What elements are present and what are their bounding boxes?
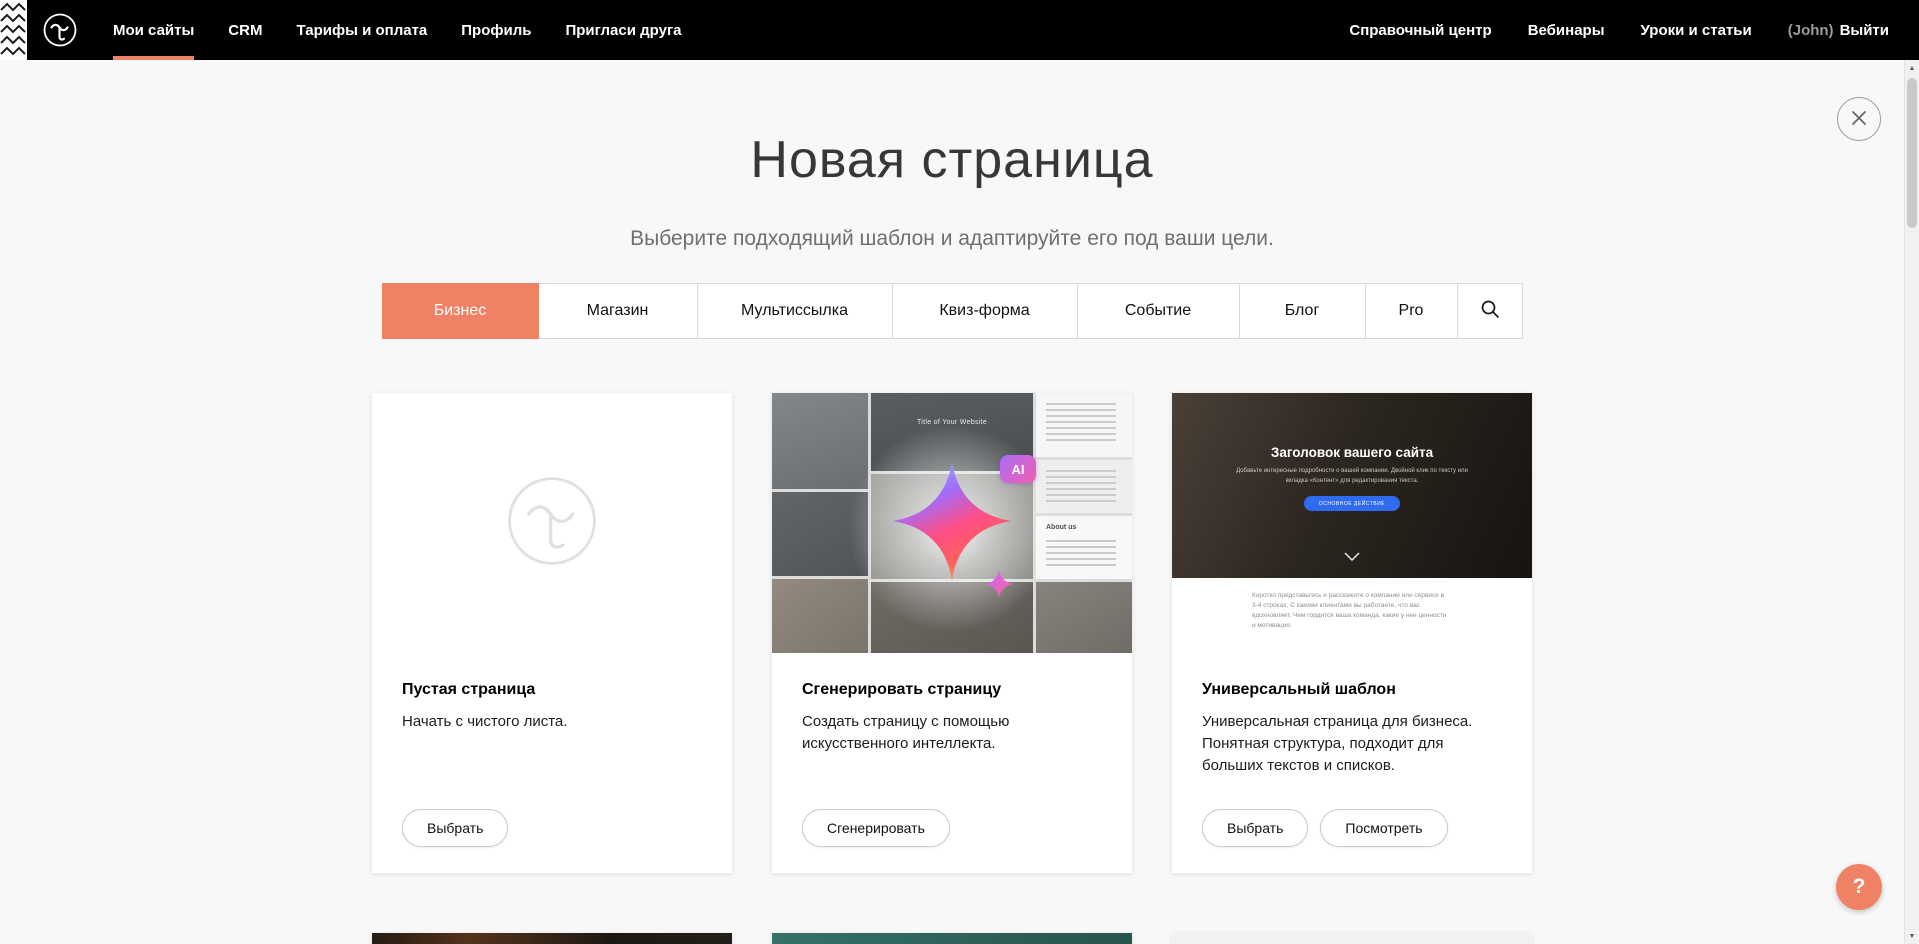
secondary-menu: Справочный центр Вебинары Уроки и статьи… xyxy=(1349,0,1889,60)
logout-link[interactable]: Выйти xyxy=(1840,0,1889,60)
tab-blog[interactable]: Блог xyxy=(1239,283,1366,339)
card-title: Пустая страница xyxy=(402,681,702,699)
template-card-partial[interactable] xyxy=(372,933,732,944)
help-button[interactable]: ? xyxy=(1836,864,1882,910)
nav-my-sites[interactable]: Мои сайты xyxy=(113,0,194,60)
page-subtitle: Выберите подходящий шаблон и адаптируйте… xyxy=(0,227,1904,251)
preview-subtext: Добавьте интересные подробности о вашей … xyxy=(1234,467,1470,486)
search-icon xyxy=(1480,299,1500,324)
chevron-down-icon xyxy=(1344,548,1360,566)
template-card-blank: Пустая страница Начать с чистого листа. … xyxy=(372,393,732,873)
preview-body-text: Коротко представьтесь и расскажите о ком… xyxy=(1252,591,1450,631)
tilda-watermark-icon xyxy=(500,469,604,578)
nav-tariffs[interactable]: Тарифы и оплата xyxy=(296,0,427,60)
ai-badge: AI xyxy=(1000,455,1036,483)
tab-business[interactable]: Бизнес xyxy=(382,283,539,339)
new-page-overlay: Новая страница Выберите подходящий шабло… xyxy=(0,60,1904,944)
user-name: (John) xyxy=(1788,22,1834,39)
tab-quiz-form[interactable]: Квиз-форма xyxy=(892,283,1078,339)
card-actions: Выбрать Посмотреть xyxy=(1202,809,1502,847)
ai-preview[interactable]: Title of Your Website About us xyxy=(772,393,1132,653)
card-actions: Выбрать xyxy=(402,809,702,847)
nav-lessons[interactable]: Уроки и статьи xyxy=(1641,0,1752,60)
nav-invite-friend[interactable]: Пригласи друга xyxy=(565,0,681,60)
preview-cta-button: Основное действие xyxy=(1304,496,1400,511)
card-body: Пустая страница Начать с чистого листа. … xyxy=(372,653,732,873)
card-body: Универсальный шаблон Универсальная стран… xyxy=(1172,653,1532,873)
template-card-partial[interactable] xyxy=(1172,933,1532,944)
card-description: Создать страницу с помощью искусственног… xyxy=(802,711,1102,755)
tab-store[interactable]: Магазин xyxy=(538,283,698,339)
template-preview[interactable]: Заголовок вашего сайта Добавьте интересн… xyxy=(1172,393,1532,653)
nav-profile[interactable]: Профиль xyxy=(461,0,531,60)
card-body: Сгенерировать страницу Создать страницу … xyxy=(772,653,1132,873)
view-button[interactable]: Посмотреть xyxy=(1320,809,1447,847)
user-segment: (John) Выйти xyxy=(1788,0,1889,60)
ai-sparkle-small-icon xyxy=(984,569,1014,604)
tab-pro[interactable]: Pro xyxy=(1365,283,1458,339)
card-actions: Сгенерировать xyxy=(802,809,1102,847)
card-title: Сгенерировать страницу xyxy=(802,681,1102,699)
preview-hero: Заголовок вашего сайта Добавьте интересн… xyxy=(1172,393,1532,578)
template-card-ai: Title of Your Website About us xyxy=(772,393,1132,873)
top-navbar: Мои сайты CRM Тарифы и оплата Профиль Пр… xyxy=(0,0,1919,60)
screen: Мои сайты CRM Тарифы и оплата Профиль Пр… xyxy=(0,0,1919,944)
scroll-up-arrow-icon[interactable]: ▲ xyxy=(1905,60,1919,76)
template-card-partial[interactable] xyxy=(772,933,1132,944)
tab-event[interactable]: Событие xyxy=(1077,283,1240,339)
category-tabs: Бизнес Магазин Мультиссылка Квиз-форма С… xyxy=(382,283,1523,339)
scrollbar[interactable]: ▲ ▼ xyxy=(1904,60,1919,944)
generate-button[interactable]: Сгенерировать xyxy=(802,809,950,847)
zigzag-pattern-icon xyxy=(0,0,27,60)
card-description: Универсальная страница для бизнеса. Поня… xyxy=(1202,711,1502,776)
template-grid: Пустая страница Начать с чистого листа. … xyxy=(372,393,1532,873)
card-description: Начать с чистого листа. xyxy=(402,711,702,733)
nav-crm[interactable]: CRM xyxy=(228,0,262,60)
nav-help-center[interactable]: Справочный центр xyxy=(1349,0,1491,60)
tilda-logo-icon[interactable] xyxy=(41,11,79,49)
tab-search[interactable] xyxy=(1457,283,1523,339)
scroll-down-arrow-icon[interactable]: ▼ xyxy=(1905,928,1919,944)
close-icon xyxy=(1850,109,1868,130)
main-menu: Мои сайты CRM Тарифы и оплата Профиль Пр… xyxy=(113,0,682,60)
page-title: Новая страница xyxy=(0,132,1904,189)
nav-webinars[interactable]: Вебинары xyxy=(1528,0,1605,60)
choose-button[interactable]: Выбрать xyxy=(1202,809,1308,847)
preview-heading: Заголовок вашего сайта xyxy=(1172,445,1532,460)
tab-multilink[interactable]: Мультиссылка xyxy=(697,283,893,339)
close-button[interactable] xyxy=(1837,97,1881,141)
blank-preview[interactable] xyxy=(372,393,732,653)
scrollbar-thumb[interactable] xyxy=(1907,78,1917,228)
question-icon: ? xyxy=(1853,875,1866,898)
template-card-universal: Заголовок вашего сайта Добавьте интересн… xyxy=(1172,393,1532,873)
template-grid-row2 xyxy=(372,933,1532,944)
card-title: Универсальный шаблон xyxy=(1202,681,1502,699)
choose-button[interactable]: Выбрать xyxy=(402,809,508,847)
